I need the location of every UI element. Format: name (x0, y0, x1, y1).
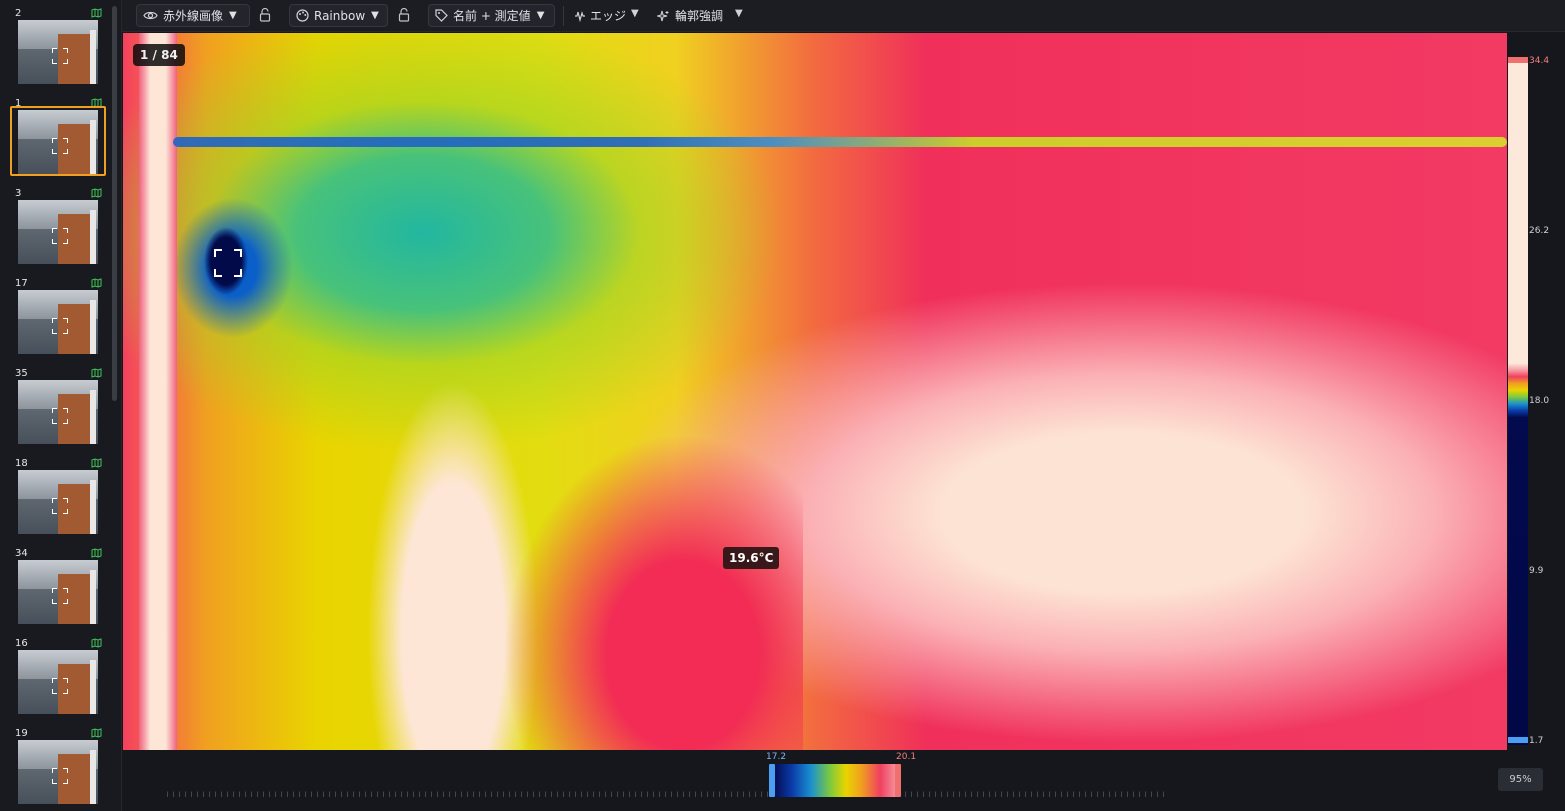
palette-label: Rainbow (314, 8, 366, 23)
thumbnail-number: 35 (15, 368, 28, 379)
thumbnail-image (18, 290, 98, 354)
toolbar-divider (563, 6, 564, 26)
thumbnail-image (18, 20, 98, 84)
edge-label: エッジ (590, 9, 627, 23)
label-mode-label: 名前 + 測定値 (453, 9, 531, 23)
map-icon (91, 458, 102, 468)
map-icon (91, 278, 102, 288)
label-mode-dropdown[interactable]: 名前 + 測定値 ▼ (428, 4, 555, 27)
thumbnail-number: 19 (15, 728, 28, 739)
thermal-image-viewer[interactable]: 1 / 84 19.6°C (123, 33, 1507, 750)
scale-min-handle[interactable] (1508, 737, 1528, 743)
chevron-down-icon: ▼ (229, 10, 237, 21)
focus-marker-icon (52, 138, 68, 154)
range-high-handle[interactable] (895, 764, 901, 797)
thumbnail-number: 3 (15, 188, 22, 199)
thumbnail-item[interactable]: 19 (8, 728, 108, 811)
edge-toggle[interactable]: エッジ (574, 4, 626, 27)
scale-tick-label: 26.2 (1529, 226, 1550, 236)
map-icon (91, 8, 102, 18)
hot-strip (139, 33, 177, 750)
tag-icon (435, 9, 448, 22)
focus-marker-icon (52, 678, 68, 694)
warm-region (503, 433, 803, 750)
focus-marker-icon (52, 408, 68, 424)
histogram-selected-range[interactable] (773, 764, 899, 797)
view-mode-dropdown[interactable]: 赤外線画像 ▼ (136, 4, 250, 27)
sparkle-icon (657, 10, 669, 21)
scale-tick-label: 18.0 (1529, 396, 1550, 406)
thumbnail-image (18, 380, 98, 444)
map-icon (91, 548, 102, 558)
thumbnail-item[interactable]: 34 (8, 548, 108, 638)
scale-min-label: 1.7 (1529, 736, 1544, 746)
focus-marker-icon[interactable] (214, 249, 242, 277)
thumbnail-item[interactable]: 3 (8, 188, 108, 278)
contour-toggle[interactable]: 輪郭強調 (657, 4, 723, 27)
thumbnail-image (18, 740, 98, 804)
scale-max-label: 34.4 (1529, 56, 1550, 66)
palette-dropdown[interactable]: Rainbow ▼ (289, 4, 388, 27)
eye-icon (143, 11, 158, 20)
edge-options-chevron-icon[interactable]: ▼ (631, 8, 639, 19)
focus-marker-icon (52, 498, 68, 514)
map-icon (91, 368, 102, 378)
zoom-level-button[interactable]: 95% (1498, 768, 1543, 791)
scale-tick-label: 9.9 (1529, 566, 1544, 576)
thumbnail-item[interactable]: 2 (8, 8, 108, 98)
contour-label: 輪郭強調 (675, 9, 724, 23)
thumbnail-item-selected[interactable]: 1 (8, 98, 108, 188)
thumbnail-number: 2 (15, 8, 22, 19)
temperature-scale: 34.4 26.2 18.0 9.9 1.7 (1508, 56, 1565, 751)
thumbnail-image (18, 200, 98, 264)
toolbar: 赤外線画像 ▼ Rainbow ▼ 名前 + 測定値 ▼ エッジ ▼ 輪郭強調 … (122, 0, 1565, 32)
image-counter: 1 / 84 (133, 44, 185, 66)
palette-icon (296, 9, 309, 22)
thumbnail-number: 18 (15, 458, 28, 469)
map-icon (91, 728, 102, 738)
focus-marker-icon (52, 588, 68, 604)
scale-max-handle[interactable] (1508, 57, 1528, 63)
thumbnail-item[interactable]: 18 (8, 458, 108, 548)
unlock-icon[interactable] (259, 8, 271, 22)
focus-marker-icon (52, 768, 68, 784)
thumbnail-image (18, 470, 98, 534)
thumbnail-sidebar: 2 1 3 17 35 18 34 16 19 (0, 0, 122, 811)
thumbnail-image (18, 110, 98, 174)
cold-line (173, 137, 1507, 147)
thumbnail-image (18, 560, 98, 624)
map-icon (91, 638, 102, 648)
thumbnail-number: 16 (15, 638, 28, 649)
view-mode-label: 赤外線画像 (163, 9, 224, 23)
focus-marker-icon (52, 318, 68, 334)
color-scale-bar (1508, 63, 1528, 745)
contour-options-chevron-icon[interactable]: ▼ (735, 8, 743, 19)
focus-marker-icon (52, 48, 68, 64)
range-low-label: 17.2 (766, 752, 787, 762)
chevron-down-icon: ▼ (371, 10, 379, 21)
waveform-icon (575, 10, 585, 22)
thumbnail-item[interactable]: 16 (8, 638, 108, 728)
chevron-down-icon: ▼ (536, 10, 545, 21)
range-low-handle[interactable] (769, 764, 775, 797)
thumbnail-image (18, 650, 98, 714)
thumbnail-number: 17 (15, 278, 28, 289)
map-icon (91, 188, 102, 198)
thumbnail-item[interactable]: 17 (8, 278, 108, 368)
focus-marker-icon (52, 228, 68, 244)
range-high-label: 20.1 (896, 752, 917, 762)
spot-temperature-label[interactable]: 19.6°C (723, 547, 780, 569)
thumbnail-item[interactable]: 35 (8, 368, 108, 458)
thumbnail-number: 34 (15, 548, 28, 559)
sidebar-scrollbar[interactable] (112, 6, 117, 401)
histogram-range-selector: 17.2 20.1 95% (122, 751, 1565, 811)
histogram-bars (167, 779, 1167, 797)
unlock-icon[interactable] (398, 8, 410, 22)
